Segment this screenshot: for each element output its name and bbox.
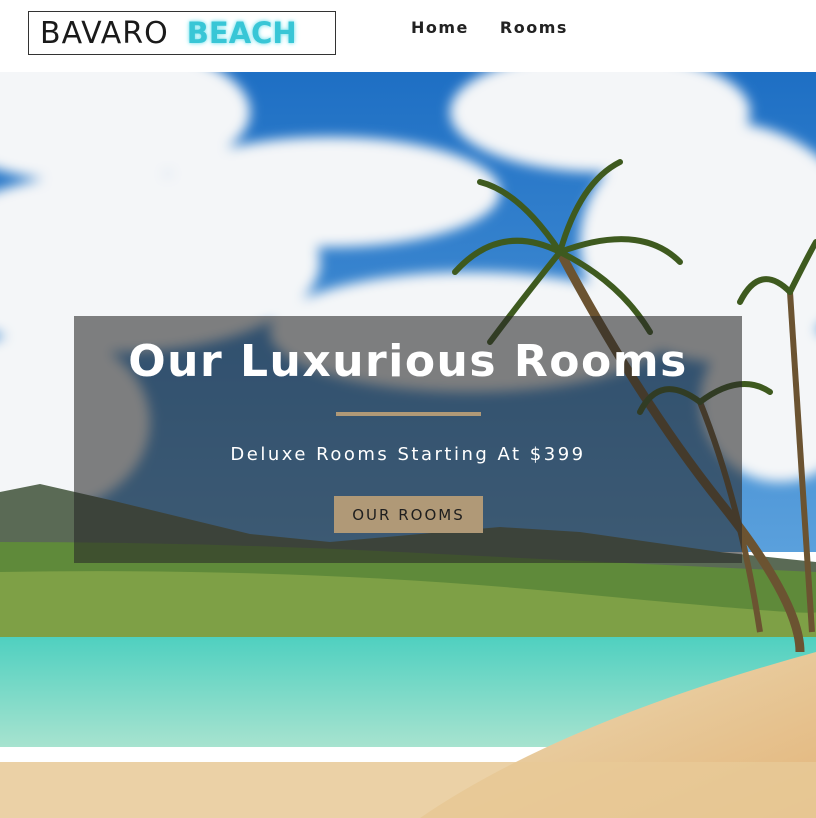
title-divider [336, 412, 481, 416]
hero-overlay-panel: Our Luxurious Rooms Deluxe Rooms Startin… [74, 316, 742, 563]
main-nav: Home Rooms [411, 18, 599, 37]
hero-title: Our Luxurious Rooms [128, 336, 688, 387]
hero-subtitle: Deluxe Rooms Starting At $399 [230, 444, 586, 465]
site-logo[interactable]: BAVARO BEACH [28, 11, 336, 55]
logo-text-highlight: BEACH [186, 16, 297, 50]
logo-text-primary: BAVARO [40, 15, 169, 51]
our-rooms-button[interactable]: OUR ROOMS [334, 496, 483, 533]
hero-section: Our Luxurious Rooms Deluxe Rooms Startin… [0, 72, 816, 818]
nav-link-rooms[interactable]: Rooms [500, 18, 568, 37]
site-header: BAVARO BEACH Home Rooms [0, 0, 816, 72]
nav-link-home[interactable]: Home [411, 18, 469, 37]
